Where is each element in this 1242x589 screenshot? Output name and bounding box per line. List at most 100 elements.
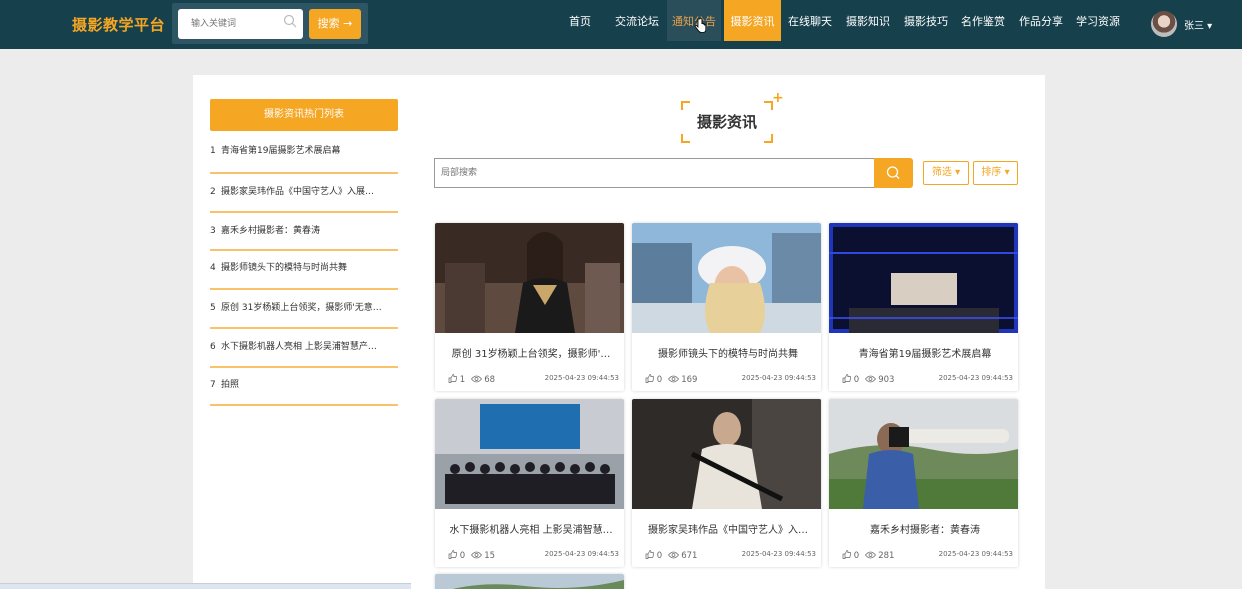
sidebar-item[interactable]: 4 摄影师镜头下的模特与时尚共舞	[210, 260, 398, 290]
sidebar-item[interactable]: 1 青海省第19届摄影艺术展启幕	[210, 143, 398, 174]
eye-icon	[470, 551, 482, 559]
browser-status-bar	[0, 583, 411, 589]
item-number: 6	[210, 342, 216, 352]
filter-dropdown[interactable]: 筛选 ▾	[923, 161, 969, 185]
nav-home[interactable]: 首页	[562, 0, 598, 41]
card-date: 2025-04-23 09:44:53	[741, 374, 816, 382]
sidebar-item[interactable]: 6 水下摄影机器人亮相 上影吴浦智慧产…	[210, 339, 398, 368]
card-title: 原创 31岁杨颖上台领奖，摄影师'…	[451, 349, 611, 360]
sidebar-item[interactable]: 5 原创 31岁杨颖上台领奖，摄影师'无意…	[210, 300, 398, 329]
thumbs-up-icon	[842, 550, 851, 559]
view-count: 903	[878, 375, 895, 385]
card-stats: 1 68	[448, 374, 495, 385]
nav-chat[interactable]: 在线聊天	[785, 0, 835, 41]
news-card[interactable]: 摄影师镜头下的模特与时尚共舞 0 169 2025-04-23 09:44:53	[632, 223, 821, 391]
item-number: 3	[210, 226, 216, 236]
card-stats: 0 15	[448, 550, 495, 561]
thumbs-up-icon	[842, 374, 851, 383]
item-label: 拍照	[221, 380, 240, 390]
search-button[interactable]: 搜索 →	[309, 9, 361, 39]
card-title: 水下摄影机器人亮相 上影吴浦智慧…	[449, 525, 613, 536]
sidebar-item[interactable]: 3 嘉禾乡村摄影者：黄春涛	[210, 223, 398, 251]
card-stats: 0 903	[842, 374, 894, 385]
header-search: 搜索 →	[172, 3, 368, 44]
card-stats: 0 281	[842, 550, 894, 561]
local-search-button[interactable]	[874, 158, 913, 188]
item-label: 青海省第19届摄影艺术展启幕	[221, 146, 341, 156]
sidebar-item[interactable]: 7 拍照	[210, 377, 398, 406]
card-image	[435, 574, 624, 589]
news-card[interactable]: 嘉禾乡村摄影者：黄春涛 0 281 2025-04-23 09:44:53	[829, 399, 1018, 567]
thumbs-up-icon	[645, 550, 654, 559]
card-image	[632, 399, 821, 509]
plus-decoration-icon: +	[772, 90, 784, 106]
page-title: 摄影资讯	[696, 113, 757, 131]
card-title: 青海省第19届摄影艺术展启幕	[858, 349, 992, 360]
card-image	[829, 223, 1018, 333]
nav-photo-news[interactable]: 摄影资讯	[724, 0, 781, 41]
thumbs-up-icon	[448, 550, 457, 559]
card-date: 2025-04-23 09:44:53	[938, 374, 1013, 382]
nav-knowledge[interactable]: 摄影知识	[842, 0, 894, 41]
card-image	[829, 399, 1018, 509]
eye-icon	[470, 375, 482, 383]
local-search-input[interactable]	[434, 158, 875, 188]
view-count: 169	[681, 375, 698, 385]
sort-dropdown[interactable]: 排序 ▾	[973, 161, 1018, 185]
news-card[interactable]: 水下摄影机器人亮相 上影吴浦智慧… 0 15 2025-04-23 09:44:…	[435, 399, 624, 567]
thumbs-up-icon	[645, 374, 654, 383]
nav-resources[interactable]: 学习资源	[1072, 0, 1124, 41]
sidebar-title: 摄影资讯热门列表	[210, 99, 398, 131]
top-header: 摄影教学平台 搜索 → 首页 交流论坛 通知公告 摄影资讯 在线聊天 摄影知识 …	[0, 0, 1242, 49]
news-card[interactable]: 青海省第19届摄影艺术展启幕 0 903 2025-04-23 09:44:53	[829, 223, 1018, 391]
search-icon	[283, 14, 297, 28]
card-image	[435, 399, 624, 509]
news-card[interactable]: 摄影家吴玮作品《中国守艺人》入… 0 671 2025-04-23 09:44:…	[632, 399, 821, 567]
view-count: 68	[484, 375, 496, 385]
like-count: 0	[656, 375, 663, 385]
item-number: 7	[210, 380, 216, 390]
view-count: 671	[681, 551, 698, 561]
hand-cursor-icon	[694, 18, 706, 33]
item-label: 嘉禾乡村摄影者：黄春涛	[221, 226, 321, 236]
card-date: 2025-04-23 09:44:53	[938, 550, 1013, 558]
like-count: 0	[459, 551, 466, 561]
eye-icon	[864, 375, 876, 383]
site-logo[interactable]: 摄影教学平台	[72, 14, 165, 35]
card-title: 摄影师镜头下的模特与时尚共舞	[658, 349, 798, 360]
section-title-frame: + 摄影资讯	[681, 90, 784, 143]
user-menu[interactable]: 张三 ▾	[1184, 17, 1212, 32]
item-number: 4	[210, 263, 216, 273]
search-icon	[886, 166, 900, 179]
user-avatar[interactable]	[1151, 11, 1177, 37]
card-date: 2025-04-23 09:44:53	[544, 550, 619, 558]
nav-masterpieces[interactable]: 名作鉴赏	[957, 0, 1009, 41]
eye-icon	[667, 551, 679, 559]
card-image	[632, 223, 821, 333]
like-count: 0	[656, 551, 663, 561]
like-count: 1	[459, 375, 466, 385]
like-count: 0	[853, 375, 860, 385]
card-title: 摄影家吴玮作品《中国守艺人》入…	[648, 525, 808, 536]
view-count: 281	[878, 551, 895, 561]
eye-icon	[864, 551, 876, 559]
news-card[interactable]	[435, 574, 624, 589]
nav-forum[interactable]: 交流论坛	[612, 0, 662, 41]
sidebar-item[interactable]: 2 摄影家吴玮作品《中国守艺人》入展…	[210, 184, 398, 213]
thumbs-up-icon	[448, 374, 457, 383]
item-label: 摄影师镜头下的模特与时尚共舞	[221, 263, 348, 273]
card-date: 2025-04-23 09:44:53	[544, 374, 619, 382]
card-stats: 0 169	[645, 374, 697, 385]
item-number: 1	[210, 146, 216, 156]
card-stats: 0 671	[645, 550, 697, 561]
news-card[interactable]: 原创 31岁杨颖上台领奖，摄影师'… 1 68 2025-04-23 09:44…	[435, 223, 624, 391]
item-number: 5	[210, 303, 216, 313]
nav-skills[interactable]: 摄影技巧	[900, 0, 952, 41]
eye-icon	[667, 375, 679, 383]
view-count: 15	[484, 551, 496, 561]
card-title: 嘉禾乡村摄影者：黄春涛	[870, 525, 980, 536]
nav-works-share[interactable]: 作品分享	[1015, 0, 1067, 41]
item-number: 2	[210, 187, 216, 197]
like-count: 0	[853, 551, 860, 561]
card-image	[435, 223, 624, 333]
